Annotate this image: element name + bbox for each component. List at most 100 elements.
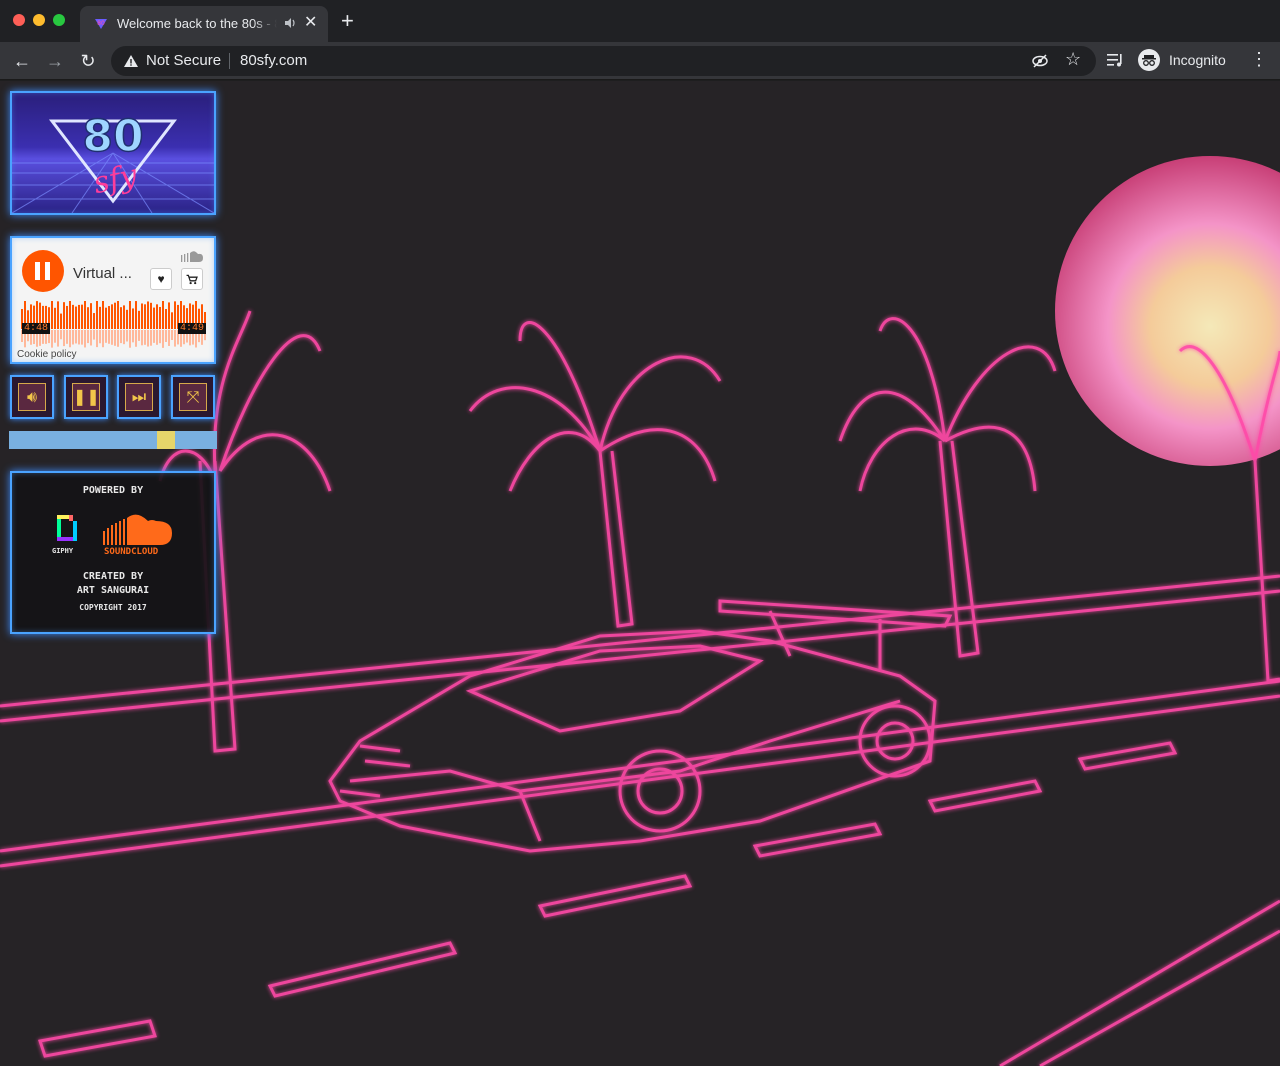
audio-playing-icon[interactable] [283,16,297,30]
waveform-bar [159,306,161,329]
waveform-bar [66,305,68,329]
waveform-reflection [168,330,170,346]
pause-icon-bar [45,262,50,280]
giphy-logo-icon[interactable] [55,513,79,543]
waveform-bar [75,306,77,329]
waveform-bar [150,302,152,329]
waveform-bar [123,305,125,329]
pause-icon: ❚❚ [72,383,100,411]
waveform-reflection [135,330,137,347]
waveform-bar [99,306,101,329]
waveform-bar [84,301,86,329]
volume-slider-handle[interactable] [157,431,175,449]
tab-title: Welcome back to the 80s - 80sfy [117,16,277,31]
browser-menu-icon[interactable]: ⋮ [1250,50,1268,68]
profile-label: Incognito [1169,52,1226,68]
waveform-reflection [108,330,110,344]
logo-text-80: 80 [82,111,143,162]
back-icon[interactable]: ← [9,48,35,74]
waveform-bar [141,303,143,329]
waveform-bar [117,301,119,329]
close-window-button[interactable] [13,14,25,26]
fullscreen-button[interactable]: ⤧ [171,375,215,419]
waveform-reflection [54,330,56,343]
cookie-policy-link[interactable]: Cookie policy [17,349,76,360]
waveform-bar [138,310,140,329]
new-tab-icon[interactable]: + [341,10,354,32]
skip-button[interactable]: ⏭︎ [117,375,161,419]
soundcloud-logo-icon[interactable] [102,513,174,547]
volume-slider[interactable] [9,431,217,449]
maximize-window-button[interactable] [53,14,65,26]
soundcloud-player: Virtual ... ♥ 4:48 4:49 Cookie policy [10,236,216,364]
fullscreen-icon: ⤧ [179,383,207,411]
waveform-bar [51,301,53,329]
skip-icon: ⏭︎ [125,383,153,411]
incognito-profile-button[interactable]: Incognito [1136,47,1236,75]
soundcloud-label: SOUNDCLOUD [104,547,159,557]
waveform-reflection [141,330,143,346]
waveform-bar [165,308,167,329]
waveform-bar [132,308,134,329]
pause-button[interactable]: ❚❚ [64,375,108,419]
volume-button[interactable]: 🔊︎ [10,375,54,419]
copyright-text: COPYRIGHT 2017 [79,603,147,612]
waveform-bar [156,304,158,329]
waveform-bar [108,306,110,329]
created-by-label: CREATED BY [82,571,144,582]
waveform-reflection [93,330,95,340]
url-text[interactable]: 80sfy.com [240,52,307,69]
waveform-reflection [69,330,71,348]
media-queue-icon[interactable] [1106,51,1124,69]
giphy-label: GIPHY [52,547,74,555]
waveform-reflection [153,330,155,343]
soundcloud-icon[interactable] [180,250,204,262]
logo-text-sfy: sfy [90,158,141,201]
waveform-bar [63,302,65,329]
waveform-bar [153,307,155,329]
waveform-reflection [102,330,104,348]
waveform-bar [57,301,59,329]
waveform-reflection [51,330,53,348]
favicon-icon: 80 [95,19,107,29]
waveform-bar [129,301,131,329]
waveform-bar [168,302,170,329]
forward-icon[interactable]: → [42,48,68,74]
waveform-reflection [150,330,152,346]
waveform-reflection [117,330,119,347]
tracking-blocked-icon[interactable] [1031,52,1049,70]
waveform-bar [102,301,104,329]
warning-icon[interactable] [123,53,139,69]
track-title[interactable]: Virtual ... [73,265,132,282]
waveform-reflection [96,330,98,348]
security-status[interactable]: Not Secure [146,52,221,69]
like-heart-icon[interactable]: ♥ [150,268,172,290]
tab-strip: 80 Welcome back to the 80s - 80sfy ✕ + [0,0,1280,42]
waveform-reflection [78,330,80,345]
waveform-reflection [138,330,140,341]
active-tab[interactable]: 80 Welcome back to the 80s - 80sfy ✕ [80,6,328,42]
reload-icon[interactable]: ↻ [75,48,101,74]
site-logo[interactable]: 80 sfy [10,91,216,215]
author-name[interactable]: ART SANGURAI [12,584,214,598]
waveform-reflection [84,330,86,348]
minimize-window-button[interactable] [33,14,45,26]
waveform-bar [144,304,146,329]
powered-by-label: POWERED BY [82,485,144,496]
created-by: CREATED BY ART SANGURAI [12,570,214,598]
volume-icon: 🔊︎ [18,383,46,411]
waveform-reflection [147,330,149,347]
address-bar[interactable]: Not Secure 80sfy.com ☆ [111,46,1096,76]
play-pause-button[interactable] [22,250,64,292]
waveform-reflection [114,330,116,346]
waveform-bar [60,313,62,329]
waveform-reflection [132,330,134,343]
waveform-bar [114,302,116,329]
waveform-bar [105,307,107,329]
cart-icon[interactable] [181,268,203,290]
svg-text:80: 80 [97,20,105,27]
bookmark-star-icon[interactable]: ☆ [1065,49,1081,70]
waveform-reflection [126,330,128,342]
close-tab-icon[interactable]: ✕ [304,14,317,32]
waveform-reflection [87,330,89,344]
